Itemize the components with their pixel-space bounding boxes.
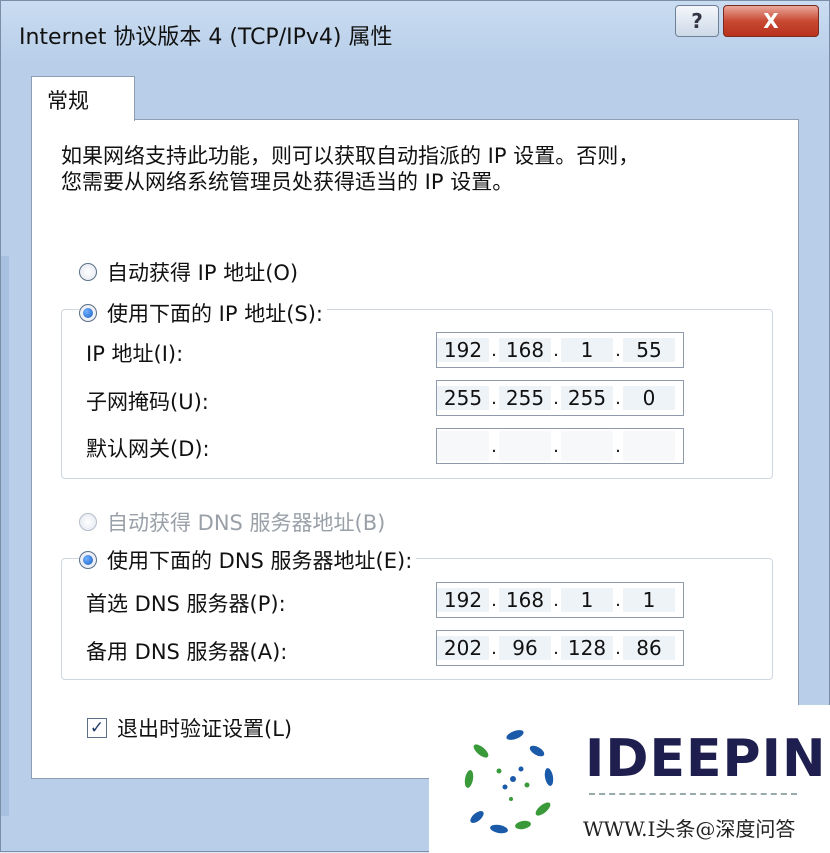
- octet-dot: .: [491, 589, 497, 611]
- validate-checkbox[interactable]: ✓: [87, 718, 107, 738]
- auto-dns-radio[interactable]: [79, 513, 97, 531]
- adns-octet-1[interactable]: 202: [437, 636, 489, 660]
- ideepin-logo-icon: [464, 730, 554, 834]
- help-button[interactable]: ?: [675, 5, 719, 37]
- default-gateway-label: 默认网关(D):: [86, 437, 210, 461]
- octet-dot: .: [615, 387, 621, 409]
- ip-address-input[interactable]: 192. 168. 1. 55: [436, 332, 684, 368]
- subnet-mask-input[interactable]: 255. 255. 255. 0: [436, 380, 684, 416]
- alternate-dns-input[interactable]: 202. 96. 128. 86: [436, 630, 684, 666]
- pdns-octet-4[interactable]: 1: [623, 588, 675, 612]
- pdns-octet-2[interactable]: 168: [499, 588, 551, 612]
- watermark-site-text: WWW.I头条@深度问答: [583, 817, 796, 841]
- validate-label: 退出时验证设置(L): [117, 717, 293, 741]
- octet-dot: .: [615, 589, 621, 611]
- octet-dot: .: [553, 339, 559, 361]
- ip-octet-2[interactable]: 168: [499, 338, 551, 362]
- watermark-brand: IDEEPIN: [585, 729, 827, 789]
- ip-octet-3[interactable]: 1: [561, 338, 613, 362]
- manual-ip-option[interactable]: 使用下面的 IP 地址(S):: [79, 298, 327, 328]
- preferred-dns-input[interactable]: 192. 168. 1. 1: [436, 582, 684, 618]
- manual-dns-radio[interactable]: [79, 551, 97, 569]
- octet-dot: .: [615, 637, 621, 659]
- gateway-octet-1[interactable]: [437, 431, 489, 461]
- gateway-octet-4[interactable]: [623, 431, 675, 461]
- gateway-octet-3[interactable]: [561, 431, 613, 461]
- octet-dot: .: [491, 637, 497, 659]
- mask-octet-2[interactable]: 255: [499, 386, 551, 410]
- description-line-2: 您需要从网络系统管理员处获得适当的 IP 设置。: [61, 170, 514, 194]
- auto-dns-label: 自动获得 DNS 服务器地址(B): [107, 511, 386, 535]
- adns-octet-4[interactable]: 86: [623, 636, 675, 660]
- pdns-octet-3[interactable]: 1: [561, 588, 613, 612]
- tab-general[interactable]: 常规: [31, 76, 135, 121]
- mask-octet-3[interactable]: 255: [561, 386, 613, 410]
- octet-dot: .: [615, 435, 621, 457]
- auto-ip-label: 自动获得 IP 地址(O): [107, 261, 299, 285]
- octet-dot: .: [491, 387, 497, 409]
- close-button[interactable]: X: [723, 5, 819, 37]
- tcpip-properties-dialog: Internet 协议版本 4 (TCP/IPv4) 属性 ? X 常规 如果网…: [0, 0, 830, 853]
- window-title: Internet 协议版本 4 (TCP/IPv4) 属性: [19, 25, 393, 50]
- mask-octet-1[interactable]: 255: [437, 386, 489, 410]
- octet-dot: .: [553, 435, 559, 457]
- manual-dns-label: 使用下面的 DNS 服务器地址(E):: [107, 549, 413, 573]
- octet-dot: .: [553, 387, 559, 409]
- ip-address-label: IP 地址(I):: [86, 342, 184, 366]
- manual-ip-label: 使用下面的 IP 地址(S):: [107, 302, 323, 326]
- preferred-dns-label: 首选 DNS 服务器(P):: [86, 592, 286, 616]
- octet-dot: .: [553, 589, 559, 611]
- alternate-dns-label: 备用 DNS 服务器(A):: [86, 640, 288, 664]
- auto-ip-option[interactable]: 自动获得 IP 地址(O): [79, 257, 298, 287]
- octet-dot: .: [553, 637, 559, 659]
- ip-octet-4[interactable]: 55: [623, 338, 675, 362]
- auto-ip-radio[interactable]: [79, 263, 97, 281]
- auto-dns-option[interactable]: 自动获得 DNS 服务器地址(B): [79, 507, 385, 537]
- watermark-divider: [589, 793, 797, 799]
- octet-dot: .: [491, 339, 497, 361]
- description-line-1: 如果网络支持此功能，则可以获取自动指派的 IP 设置。否则，: [61, 144, 640, 168]
- ip-octet-1[interactable]: 192: [437, 338, 489, 362]
- octet-dot: .: [491, 435, 497, 457]
- subnet-mask-label: 子网掩码(U):: [86, 390, 209, 414]
- octet-dot: .: [615, 339, 621, 361]
- mask-octet-4[interactable]: 0: [623, 386, 675, 410]
- pdns-octet-1[interactable]: 192: [437, 588, 489, 612]
- validate-on-exit-option[interactable]: ✓ 退出时验证设置(L): [87, 713, 292, 743]
- manual-ip-radio[interactable]: [79, 304, 97, 322]
- adns-octet-3[interactable]: 128: [561, 636, 613, 660]
- description-text: 如果网络支持此功能，则可以获取自动指派的 IP 设置。否则， 您需要从网络系统管…: [61, 143, 639, 195]
- default-gateway-input[interactable]: . . .: [436, 428, 684, 464]
- manual-dns-option[interactable]: 使用下面的 DNS 服务器地址(E):: [79, 545, 417, 575]
- gateway-octet-2[interactable]: [499, 431, 551, 461]
- window-border-strip: [1, 256, 9, 816]
- adns-octet-2[interactable]: 96: [499, 636, 551, 660]
